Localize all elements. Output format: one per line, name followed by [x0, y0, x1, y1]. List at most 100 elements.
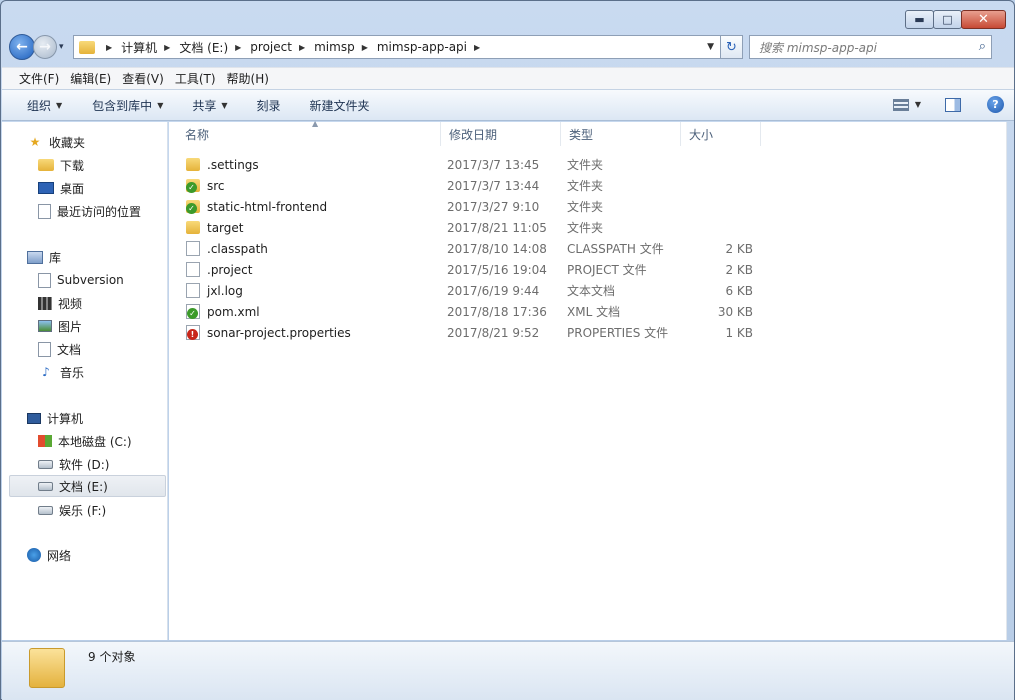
sidebar-item-videos[interactable]: 视频 — [38, 292, 82, 314]
menu-view[interactable]: 查看(V) — [122, 70, 164, 87]
file-date: 2017/8/18 17:36 — [447, 304, 547, 319]
chevron-right-icon[interactable]: ▶ — [106, 43, 112, 52]
refresh-button[interactable]: ↻ — [721, 35, 743, 59]
file-size: 2 KB — [725, 262, 753, 277]
menu-file[interactable]: 文件(F) — [19, 70, 59, 87]
file-type: 文件夹 — [567, 221, 604, 235]
sidebar-item-computer[interactable]: 计算机 — [27, 407, 83, 429]
chevron-right-icon[interactable]: ▶ — [235, 43, 241, 52]
sidebar-item-documents[interactable]: 文档 — [38, 338, 81, 360]
close-button[interactable]: ✕ — [961, 10, 1006, 29]
breadcrumb-mimsp[interactable]: mimsp — [314, 40, 355, 54]
file-name-cell[interactable]: ✓ src — [186, 175, 225, 196]
close-icon: ✕ — [978, 12, 989, 27]
sidebar-item-drive-f[interactable]: 娱乐 (F:) — [38, 499, 106, 521]
file-type: CLASSPATH 文件 — [567, 242, 664, 256]
address-bar[interactable]: ▶ 计算机 ▶ 文档 (E:) ▶ project ▶ mimsp ▶ mims… — [73, 35, 721, 59]
sidebar-item-drive-c[interactable]: 本地磁盘 (C:) — [38, 430, 132, 452]
table-row[interactable]: target 2017/8/21 11:05 文件夹 — [169, 217, 769, 238]
drive-icon — [38, 459, 53, 469]
chevron-right-icon[interactable]: ▶ — [299, 43, 305, 52]
organize-button[interactable]: 组织 ▼ — [27, 97, 62, 114]
sidebar-item-downloads[interactable]: 下载 — [38, 154, 84, 176]
burn-button[interactable]: 刻录 — [257, 97, 281, 114]
include-in-library-button[interactable]: 包含到库中 ▼ — [92, 97, 163, 114]
file-date: 2017/3/27 9:10 — [447, 199, 540, 214]
column-header-name[interactable]: 名称 ▲ — [176, 119, 441, 146]
breadcrumb: ▶ 计算机 ▶ 文档 (E:) ▶ project ▶ mimsp ▶ mims… — [99, 39, 489, 56]
table-row[interactable]: .classpath 2017/8/10 14:08 CLASSPATH 文件 2 K… — [169, 238, 769, 259]
share-label: 共享 — [192, 98, 217, 113]
table-row[interactable]: .project 2017/5/16 19:04 PROJECT 文件 2 KB — [169, 259, 769, 280]
file-name-cell[interactable]: jxl.log — [186, 280, 243, 301]
file-name: jxl.log — [207, 283, 243, 298]
file-date: 2017/8/10 14:08 — [447, 241, 547, 256]
menu-help[interactable]: 帮助(H) — [227, 70, 269, 87]
table-row[interactable]: ✓ src 2017/3/7 13:44 文件夹 — [169, 175, 769, 196]
sidebar-item-desktop[interactable]: 桌面 — [38, 177, 84, 199]
svn-ok-icon: ✓ — [186, 182, 197, 193]
file-name-cell[interactable]: target — [186, 217, 244, 238]
file-name-cell[interactable]: .classpath — [186, 238, 268, 259]
minimize-button[interactable]: ▬ — [905, 10, 934, 29]
minimize-icon: ▬ — [914, 13, 925, 26]
help-icon[interactable]: ? — [987, 96, 1004, 113]
back-button[interactable]: ← — [9, 34, 35, 60]
folder-icon — [79, 40, 95, 54]
table-row[interactable]: ✓ static-html-frontend 2017/3/27 9:10 文件夹 — [169, 196, 769, 217]
forward-button[interactable]: → — [33, 35, 57, 59]
file-name-cell[interactable]: ! sonar-project.properties — [186, 322, 351, 343]
menu-edit[interactable]: 编辑(E) — [70, 70, 111, 87]
chevron-down-icon[interactable]: ▼ — [915, 100, 921, 109]
file-date: 2017/6/19 9:44 — [447, 283, 540, 298]
sidebar-item-drive-d[interactable]: 软件 (D:) — [38, 453, 109, 475]
recent-pages-dropdown[interactable]: ▾ — [59, 42, 69, 52]
chevron-right-icon[interactable]: ▶ — [164, 43, 170, 52]
column-header-date[interactable]: 修改日期 — [440, 122, 561, 146]
search-icon[interactable]: ⌕ — [979, 39, 986, 54]
table-row[interactable]: ! sonar-project.properties 2017/8/21 9:52 P… — [169, 322, 769, 343]
share-button[interactable]: 共享 ▼ — [192, 97, 227, 114]
sidebar-item-drive-e[interactable]: 文档 (E:) — [9, 475, 166, 497]
sidebar-item-label: Subversion — [57, 273, 124, 287]
folder-icon — [186, 158, 200, 171]
column-header-type[interactable]: 类型 — [560, 122, 681, 146]
sidebar-item-music[interactable]: ♪ 音乐 — [38, 361, 84, 383]
include-in-library-label: 包含到库中 — [92, 98, 153, 113]
table-row[interactable]: .settings 2017/3/7 13:45 文件夹 — [169, 154, 769, 175]
breadcrumb-computer[interactable]: 计算机 — [121, 39, 157, 56]
file-name-cell[interactable]: .settings — [186, 154, 259, 175]
file-name-cell[interactable]: ✓ pom.xml — [186, 301, 260, 322]
table-row[interactable]: ✓ pom.xml 2017/8/18 17:36 XML 文档 30 KB — [169, 301, 769, 322]
sidebar-item-subversion[interactable]: Subversion — [38, 269, 124, 291]
refresh-icon: ↻ — [726, 39, 737, 55]
new-folder-button[interactable]: 新建文件夹 — [310, 97, 370, 114]
sidebar-item-label: 图片 — [58, 319, 83, 334]
preview-pane-icon[interactable] — [945, 97, 961, 112]
sidebar-item-favorites[interactable]: ★ 收藏夹 — [27, 131, 85, 153]
column-header-size[interactable]: 大小 — [680, 122, 761, 146]
file-name-cell[interactable]: ✓ static-html-frontend — [186, 196, 327, 217]
change-view-icon[interactable] — [892, 98, 909, 111]
sidebar-item-label: 娱乐 (F:) — [59, 503, 107, 518]
folder-icon — [186, 221, 200, 234]
breadcrumb-mimsp-app-api[interactable]: mimsp-app-api — [377, 40, 467, 54]
file-name-cell[interactable]: .project — [186, 259, 252, 280]
table-row[interactable]: jxl.log 2017/6/19 9:44 文本文档 6 KB — [169, 280, 769, 301]
file-date: 2017/8/21 11:05 — [447, 220, 547, 235]
sidebar-item-pictures[interactable]: 图片 — [38, 315, 82, 337]
sidebar-item-libraries[interactable]: 库 — [27, 246, 61, 268]
file-date: 2017/5/16 19:04 — [447, 262, 547, 277]
sidebar-item-recent-places[interactable]: 最近访问的位置 — [38, 200, 141, 222]
file-type: PROJECT 文件 — [567, 263, 647, 277]
maximize-button[interactable]: □ — [933, 10, 962, 29]
chevron-right-icon[interactable]: ▶ — [474, 43, 480, 52]
breadcrumb-project[interactable]: project — [250, 40, 292, 54]
maximize-icon: □ — [942, 13, 953, 26]
menu-tools[interactable]: 工具(T) — [175, 70, 216, 87]
search-input[interactable]: 搜索 mimsp-app-api ⌕ — [749, 35, 992, 59]
address-dropdown-icon[interactable]: ▼ — [707, 42, 714, 52]
chevron-right-icon[interactable]: ▶ — [362, 43, 368, 52]
sidebar-item-network[interactable]: 网络 — [27, 544, 71, 566]
breadcrumb-drive-e[interactable]: 文档 (E:) — [179, 39, 228, 56]
